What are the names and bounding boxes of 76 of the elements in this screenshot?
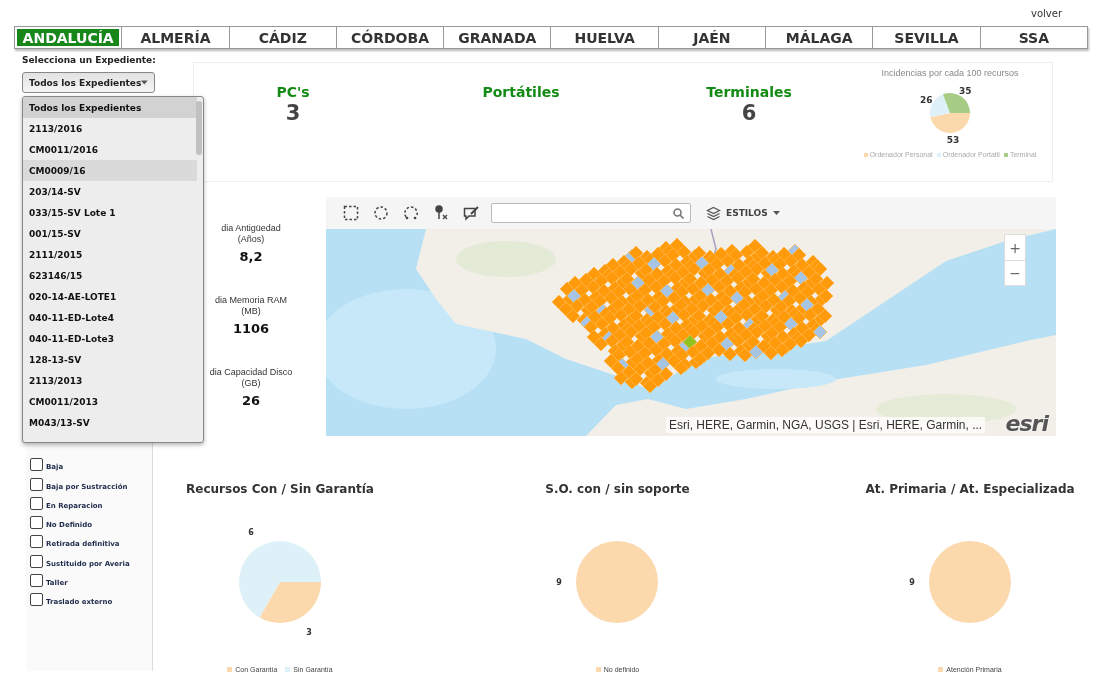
dropdown-option[interactable]: 040-11-ED-Lote4 bbox=[23, 307, 197, 328]
back-link[interactable]: volver bbox=[1031, 7, 1062, 19]
stat-value: 8,2 bbox=[239, 249, 263, 264]
dropdown-option[interactable]: 001/15-SV bbox=[23, 223, 197, 244]
search-icon bbox=[673, 207, 684, 219]
province-tab[interactable]: CÁDIZ bbox=[228, 27, 336, 48]
chart-title: At. Primaria / At. Especializada bbox=[865, 482, 1075, 496]
chart-title: S.O. con / sin soporte bbox=[545, 482, 690, 496]
map-logo: esri bbox=[1005, 411, 1048, 436]
kpi-title: Terminales bbox=[706, 84, 792, 100]
caret-icon bbox=[141, 80, 148, 85]
chart-title: Recursos Con / Sin Garantía bbox=[186, 482, 374, 496]
province-tab[interactable]: ALMERÍA bbox=[121, 27, 229, 48]
province-tab[interactable]: SEVILLA bbox=[872, 27, 980, 48]
dropdown-option[interactable]: 020-14-AE-LOTE1 bbox=[23, 286, 197, 307]
checkbox[interactable] bbox=[30, 516, 43, 530]
data-label: 9 bbox=[556, 577, 563, 587]
dropdown-option[interactable]: 2113/2013 bbox=[23, 370, 197, 391]
province-tab[interactable]: CÓRDOBA bbox=[335, 27, 444, 48]
rectangle-select-icon[interactable] bbox=[343, 205, 359, 221]
dropdown-option[interactable]: 623146/15 bbox=[23, 265, 197, 286]
stat-label: dia Antigüedad bbox=[221, 223, 281, 234]
stat-unit: (GB) bbox=[241, 378, 261, 389]
checkbox[interactable] bbox=[30, 554, 43, 568]
data-label: 53 bbox=[946, 135, 960, 145]
dropdown-option[interactable]: 2111/2015 bbox=[23, 244, 197, 265]
stat-unit: (Años) bbox=[237, 234, 265, 245]
data-label: 26 bbox=[920, 95, 933, 106]
search-field[interactable] bbox=[491, 203, 691, 223]
data-label: 9 bbox=[909, 577, 915, 587]
data-label: 6 bbox=[248, 527, 254, 537]
dropdown-option[interactable]: CM0009/16 bbox=[23, 160, 197, 181]
scrollbar-thumb[interactable] bbox=[196, 101, 202, 155]
stat-value: 26 bbox=[241, 393, 261, 408]
map-attribution: Esri, HERE, Garmin, NGA, USGS | Esri, HERE, Garmin, ... bbox=[666, 417, 986, 433]
checkbox[interactable] bbox=[30, 496, 43, 510]
province-tab[interactable]: JAÉN bbox=[657, 27, 766, 48]
chart-title: Incidencias por cada 100 recursos bbox=[881, 68, 1019, 78]
dropdown-option[interactable]: Todos los Expedientes bbox=[23, 97, 197, 118]
styles-button[interactable]: ESTILOS bbox=[726, 208, 780, 218]
checkbox[interactable] bbox=[30, 458, 43, 472]
checkbox[interactable] bbox=[30, 535, 43, 549]
data-label: 3 bbox=[306, 628, 312, 638]
lasso-select-icon[interactable] bbox=[403, 205, 419, 221]
circle-select-icon[interactable] bbox=[373, 205, 389, 221]
checkbox[interactable] bbox=[30, 477, 43, 491]
dropdown-option[interactable]: 033/15-SV Lote 1 bbox=[23, 202, 197, 223]
kpi-title: PC's bbox=[276, 84, 310, 100]
caret-icon bbox=[772, 211, 780, 215]
stat-label: dia Memoria RAM bbox=[215, 295, 287, 306]
dropdown-option[interactable]: CM0011/2016 bbox=[23, 139, 197, 160]
dropdown-option[interactable]: M043/13-SV bbox=[23, 412, 197, 433]
stat-label: dia Capacidad Disco bbox=[209, 367, 293, 378]
dropdown-option[interactable]: 2113/2016 bbox=[23, 118, 197, 139]
province-tab[interactable]: SSA bbox=[979, 27, 1087, 48]
province-tab[interactable]: MÁLAGA bbox=[765, 27, 873, 48]
stat-unit: (MB) bbox=[241, 306, 261, 317]
layers-icon[interactable] bbox=[706, 205, 721, 221]
kpi-title: Portátiles bbox=[482, 84, 560, 100]
kpi-value: 3 bbox=[285, 101, 301, 125]
dropdown-option[interactable]: 203/14-SV bbox=[23, 181, 197, 202]
dropdown-option[interactable]: CM0011/2013 bbox=[23, 391, 197, 412]
dropdown-option[interactable]: 128-13-SV bbox=[23, 349, 197, 370]
checkbox[interactable] bbox=[30, 574, 43, 588]
kpi-value: 6 bbox=[741, 101, 757, 125]
stat-value: 1106 bbox=[232, 321, 270, 336]
province-tab[interactable]: GRANADA bbox=[443, 27, 551, 48]
province-tab[interactable]: ANDALUCÍA bbox=[15, 27, 122, 48]
checkbox[interactable] bbox=[30, 593, 43, 607]
data-label: 35 bbox=[959, 85, 972, 96]
pin-clear-icon[interactable] bbox=[433, 205, 449, 221]
speech-pen-icon[interactable] bbox=[463, 205, 479, 221]
expediente-dropdown[interactable]: Todos los Expedientes bbox=[22, 72, 155, 93]
dropdown-option[interactable]: 040-11-ED-Lote3 bbox=[23, 328, 197, 349]
province-tab[interactable]: HUELVA bbox=[550, 27, 658, 48]
filter-label: Selecciona un Expediente: bbox=[22, 55, 156, 65]
